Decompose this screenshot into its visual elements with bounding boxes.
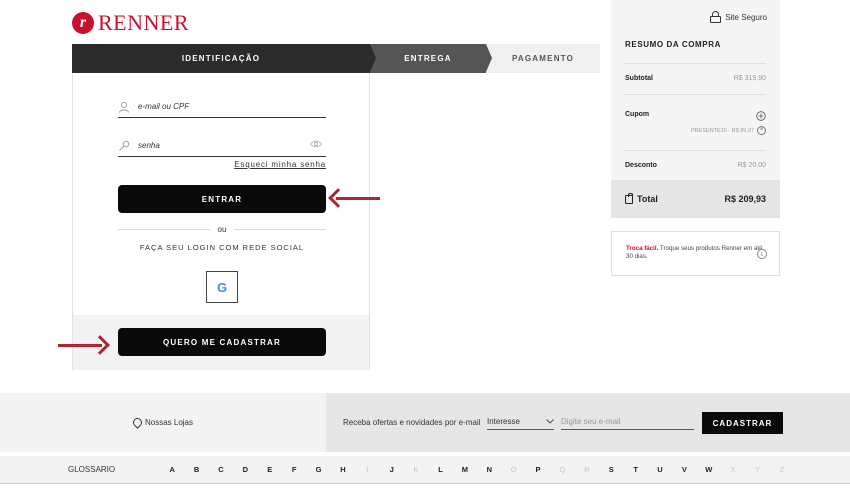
glossary-bar: GLOSSARIO ABCDEFGH I JKLMNOPQ RSTUVWX Y Z (0, 456, 850, 484)
total-row: Total R$ 209,93 (611, 180, 780, 218)
glossary-letter[interactable]: A (160, 465, 184, 474)
glossary-letter[interactable]: T (623, 465, 647, 474)
newsletter-text: Receba ofertas e novidades por e-mail (343, 418, 481, 427)
easy-exchange-box: Troca fácil. Troque seus produtos Renner… (611, 231, 780, 276)
chevron-down-icon (546, 417, 554, 426)
coupon-code-text: PRESENTE30 - R$ 89,97 (691, 127, 754, 134)
secure-site-badge: Site Seguro (710, 11, 767, 23)
checkout-steps: IDENTIFICAÇÃO ENTREGA PAGAMENTO (72, 44, 600, 73)
glossary-letter[interactable]: G (306, 465, 330, 474)
easy-exchange-highlight: Troca fácil. (626, 245, 659, 252)
glossary-letter: K (413, 465, 419, 474)
glossary-letter: I (366, 465, 369, 474)
newsletter-area: Receba ofertas e novidades por e-mail In… (326, 393, 850, 452)
or-divider: ou (118, 223, 326, 235)
arrow-head (328, 188, 348, 208)
divider-line (118, 228, 210, 230)
renner-logo-mark-icon: r (72, 12, 94, 34)
glossary-letter[interactable]: H (331, 465, 355, 474)
stores-link[interactable]: Nossas Lojas (0, 393, 326, 452)
summary-title: RESUMO DA COMPRA (625, 40, 721, 49)
glossary-letter[interactable]: D (233, 465, 257, 474)
remove-coupon-icon[interactable]: × (757, 126, 766, 135)
glossary-letters: ABCDEFGH I JKLMNOPQ RSTUVWX Y Z (160, 465, 794, 474)
interest-select[interactable]: Interesse (487, 413, 554, 430)
discount-row: Desconto R$ 20,00 (625, 150, 766, 180)
subtotal-value: R$ 319,90 (733, 75, 766, 82)
glossary-letter: O (510, 465, 517, 474)
login-panel: e-mail ou CPF senha Esqueci minha senha … (72, 73, 370, 370)
newsletter-email-input[interactable] (561, 413, 694, 430)
lock-icon (710, 11, 722, 23)
glossary-letter[interactable]: V (672, 465, 696, 474)
glossary-letter: Z (779, 465, 785, 474)
add-coupon-icon[interactable] (756, 111, 766, 124)
newsletter-subscribe-button[interactable]: CADASTRAR (702, 412, 783, 434)
arrow-pointer-right-icon (58, 335, 110, 355)
stores-link-text: Nossas Lojas (144, 418, 194, 427)
eye-icon[interactable] (310, 140, 322, 151)
coupon-row: Cupom (625, 94, 766, 150)
glossary-letter: Y (755, 465, 761, 474)
email-field-label: e-mail ou CPF (138, 102, 190, 111)
glossary-letter[interactable]: L (428, 465, 452, 474)
glossary-letter: X (730, 465, 736, 474)
password-field[interactable]: senha (118, 135, 326, 157)
register-button[interactable]: QUERO ME CADASTRAR (118, 328, 326, 356)
glossary-letter: R (584, 465, 590, 474)
discount-value: R$ 20,00 (737, 162, 766, 169)
google-icon: G (216, 279, 228, 295)
arrow-head (90, 335, 110, 355)
step-entrega: ENTREGA (370, 44, 486, 73)
glossary-letter[interactable]: S (599, 465, 623, 474)
key-icon (118, 140, 130, 152)
interest-select-value: Interesse (487, 416, 520, 426)
location-pin-icon (133, 418, 141, 427)
total-value: R$ 209,93 (724, 194, 766, 204)
forgot-password-link[interactable]: Esqueci minha senha (118, 160, 326, 169)
glossary-letter: Q (559, 465, 566, 474)
glossary-letter[interactable]: U (648, 465, 672, 474)
or-text: ou (217, 224, 227, 234)
info-icon[interactable]: i (757, 249, 767, 259)
social-login-text: FAÇA SEU LOGIN COM REDE SOCIAL (139, 243, 305, 252)
secure-site-text: Site Seguro (725, 12, 767, 22)
glossary-letter[interactable]: E (258, 465, 282, 474)
renner-logo-text: RENNER (98, 10, 189, 35)
shopping-bag-icon (625, 192, 633, 204)
arrow-pointer-left-icon (328, 188, 380, 208)
user-icon (118, 101, 130, 113)
subtotal-row: Subtotal R$ 319,90 (625, 63, 766, 93)
glossary-letter[interactable]: N (477, 465, 501, 474)
coupon-label: Cupom (625, 111, 650, 118)
glossary-letter[interactable]: M (453, 465, 477, 474)
glossary-letter[interactable]: J (380, 465, 404, 474)
applied-coupon: PRESENTE30 - R$ 89,97 × (625, 126, 766, 135)
enter-button[interactable]: ENTRAR (118, 185, 326, 213)
google-login-button[interactable]: G (206, 271, 238, 303)
glossary-letter[interactable]: B (184, 465, 208, 474)
renner-logo[interactable]: r RENNER (72, 10, 189, 36)
glossary-label[interactable]: GLOSSARIO (68, 465, 115, 474)
register-area: QUERO ME CADASTRAR (73, 315, 369, 370)
total-label: Total (637, 194, 658, 204)
total-label-group: Total (625, 192, 658, 204)
glossary-letter[interactable]: F (282, 465, 306, 474)
checkout-page: r RENNER IDENTIFICAÇÃO ENTREGA PAGAMENTO… (0, 0, 850, 490)
email-field[interactable]: e-mail ou CPF (118, 96, 326, 118)
glossary-letter[interactable]: C (209, 465, 233, 474)
footer-newsletter: Nossas Lojas Receba ofertas e novidades … (0, 393, 850, 452)
step-identificacao: IDENTIFICAÇÃO (72, 44, 370, 73)
password-field-label: senha (138, 141, 160, 150)
step-pagamento: PAGAMENTO (486, 44, 600, 73)
glossary-letter[interactable]: W (697, 465, 721, 474)
divider-line (234, 228, 326, 230)
discount-label: Desconto (625, 162, 657, 169)
subtotal-label: Subtotal (625, 75, 653, 82)
glossary-letter[interactable]: P (526, 465, 550, 474)
